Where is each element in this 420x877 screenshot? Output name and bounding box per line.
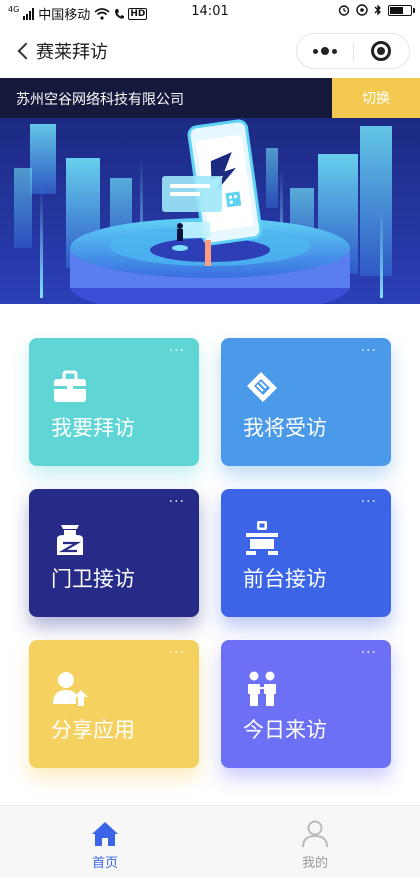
tab-bar: 首页 我的 — [0, 805, 420, 877]
tab-profile-label: 我的 — [301, 856, 328, 871]
front-desk-label: 前台接访 — [243, 567, 327, 591]
guard-icon — [57, 525, 83, 555]
company-strip: 苏州空谷网络科技有限公司 — [0, 78, 332, 118]
be-visited-card[interactable]: ··· 我将受访 — [221, 338, 391, 466]
banner: 苏州空谷网络科技有限公司 切换 — [0, 78, 420, 304]
alarm-icon — [338, 5, 350, 16]
location-icon — [356, 4, 368, 16]
switch-company-button[interactable]: 切换 — [332, 78, 420, 118]
share-app-label: 分享应用 — [51, 718, 135, 742]
reception-desk-icon — [246, 521, 278, 555]
share-app-card[interactable]: ··· 分享应用 — [29, 640, 199, 768]
be-visited-label: 我将受访 — [243, 416, 327, 440]
nav-bar: 赛莱拜访 — [0, 24, 420, 78]
banner-illustration — [0, 118, 420, 304]
share-user-icon — [53, 672, 88, 706]
more-icon[interactable]: ··· — [361, 495, 377, 509]
back-icon[interactable] — [16, 40, 36, 62]
capsule-close-button[interactable] — [354, 34, 410, 68]
company-name: 苏州空谷网络科技有限公司 — [16, 92, 184, 108]
bluetooth-icon — [374, 4, 381, 16]
more-icon[interactable]: ··· — [361, 646, 377, 660]
tab-home-label: 首页 — [91, 856, 118, 871]
more-dots-icon — [312, 47, 337, 55]
today-visitors-label: 今日来访 — [243, 718, 327, 742]
more-icon[interactable]: ··· — [169, 495, 185, 509]
capsule-menu-button[interactable] — [297, 34, 353, 68]
status-right — [338, 4, 415, 16]
profile-icon — [302, 820, 328, 848]
visit-label: 我要拜访 — [51, 416, 135, 440]
tab-profile[interactable]: 我的 — [210, 806, 420, 877]
today-visitors-card[interactable]: ··· 今日来访 — [221, 640, 391, 768]
tab-home[interactable]: 首页 — [0, 806, 210, 877]
page-title: 赛莱拜访 — [36, 42, 108, 63]
home-icon — [92, 822, 118, 846]
battery-icon — [388, 4, 415, 16]
target-close-icon — [371, 41, 392, 61]
visit-card[interactable]: ··· 我要拜访 — [29, 338, 199, 466]
guard-reception-card[interactable]: ··· 门卫接访 — [29, 489, 199, 617]
mini-program-capsule — [296, 33, 410, 69]
more-icon[interactable]: ··· — [361, 344, 377, 358]
more-icon[interactable]: ··· — [169, 344, 185, 358]
guard-reception-label: 门卫接访 — [51, 567, 135, 591]
front-desk-card[interactable]: ··· 前台接访 — [221, 489, 391, 617]
more-icon[interactable]: ··· — [169, 646, 185, 660]
visitors-icon — [248, 671, 276, 706]
handshake-icon — [247, 372, 277, 402]
briefcase-icon — [54, 370, 86, 402]
status-bar: 4G 中国移动 HD 14:01 — [0, 0, 420, 24]
